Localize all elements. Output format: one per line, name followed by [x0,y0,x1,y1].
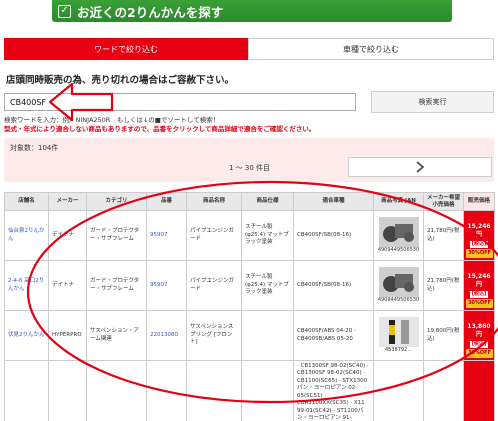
header-photo: 商品写真 JAN [373,192,424,211]
spec-cell: スチール製(φ25.4) マットブラック塗装 [241,210,294,261]
price-cell: 15,246円 [税込] 30%OFF [463,260,495,311]
header-category[interactable]: カテゴリ [86,192,147,211]
category-cell [86,359,147,421]
discount-badge: 30%OFF [465,249,493,258]
price-value: 15,246円 [467,222,491,238]
table-row: 伏見2りんかん HYPERPRO サスペンション・アーム関連 22013080 … [4,310,495,361]
discount-badge: 30%OFF [465,299,493,308]
part-no-link[interactable]: 22013080 [146,310,187,361]
product-table: 店舗名 メーカー カテゴリ 品番 商品名称 商品仕様 適合車種 商品写真 JAN… [4,192,495,421]
category-cell: サスペンション・アーム関連 [86,310,147,361]
search-input[interactable]: CB400SF [4,93,356,111]
header-part-no[interactable]: 品番 [146,192,187,211]
fit-cell: CB400SF/ABS 04-20 · CB400SB/ABS 05-20 [293,310,374,361]
next-page-button[interactable] [348,157,492,177]
search-button[interactable]: 検索実行 [371,91,494,113]
price-cell: 15,246円 [税込] 30%OFF [463,210,495,261]
spec-cell: スチール製(φ25.4) マットブラック塗装 [241,260,294,311]
price-value: 15,246円 [467,272,491,288]
store-link[interactable]: 伏見2りんかん [4,310,49,361]
product-photo[interactable] [378,267,419,298]
product-photo[interactable] [378,317,419,348]
jan-code: 4538792... [384,347,413,354]
maker-cell: デイトナ [48,260,87,311]
maker-cell: デイトナ [48,210,87,261]
part-no-link[interactable]: 95907 [146,210,187,261]
spec-cell [241,310,294,361]
header-fit[interactable]: 適合車種 [293,192,374,211]
msrp-cell: 21,780円(税込) [423,210,464,261]
price-cell: 13,860円 [税込] 30%OFF [463,310,495,361]
table-header-row: 店舗名 メーカー カテゴリ 品番 商品名称 商品仕様 適合車種 商品写真 JAN… [4,192,495,211]
result-count: 対象数：104件 [10,144,59,152]
part-no-link[interactable] [146,359,187,421]
price-cell [463,359,495,421]
tax-label: [税込] [469,291,489,298]
jan-code: 4909449506530 [377,247,420,254]
fitment-warning: 型式・年式により適合しない商品もありますので、品番をクリックして商品詳細で適合を… [4,125,316,133]
tab-word-filter[interactable]: ワードで絞り込む [4,38,248,60]
page: ✓ お近くの2りんかんを探す ワードで絞り込む 車種で絞り込む 店頭同時販売の為… [0,0,498,421]
header-msrp[interactable]: メーカー希望 小売価格 [423,192,464,211]
chevron-right-icon [416,161,425,173]
result-summary: 対象数：104件 1 ～ 30 件目 [4,138,494,182]
header-price[interactable]: 販売価格 [463,192,495,211]
tab-model-filter[interactable]: 車種で絞り込む [248,38,494,60]
banner-title: お近くの2りんかんを探す [77,4,224,20]
store-link[interactable]: 仙台泉2りんかん [4,210,49,261]
fit-cell: CB400SF/SB(08-16) [293,210,374,261]
maker-cell [48,359,87,421]
check-icon: ✓ [58,4,71,18]
store-link[interactable]: 2-4-6 高口2りんかん [4,260,49,311]
filter-tabs: ワードで絞り込む 車種で絞り込む [4,38,494,60]
result-range: 1 ～ 30 件目 [229,164,271,172]
msrp-cell: 21,780円(税込) [423,260,464,311]
find-store-banner[interactable]: ✓ お近くの2りんかんを探す [52,0,452,22]
photo-cell: 4909449506530 [373,210,424,261]
spec-cell [241,359,294,421]
photo-cell: 4538792... [373,310,424,361]
name-cell: サスペンションスプリング [フロント] [186,310,242,361]
table-row: · CB1300SF 98-02(SC40) · CB1300SF 98-02(… [4,359,495,421]
header-spec[interactable]: 商品仕様 [241,192,294,211]
tax-label: [税込] [469,241,489,248]
product-photo[interactable] [378,217,419,248]
table-row: 仙台泉2りんかん デイトナ ガード・プロテクター・サブフレーム 95907 パイ… [4,210,495,261]
fit-cell: CB400SF/SB(08-16) [293,260,374,311]
name-cell [186,359,242,421]
name-cell: パイプエンジンガード [186,210,242,261]
header-name[interactable]: 商品名称 [186,192,242,211]
maker-cell: HYPERPRO [48,310,87,361]
table-row: 2-4-6 高口2りんかん デイトナ ガード・プロテクター・サブフレーム 959… [4,260,495,311]
part-no-link[interactable]: 95907 [146,260,187,311]
photo-cell: 4909449506530 [373,260,424,311]
photo-cell [373,359,424,421]
msrp-cell [423,359,464,421]
store-link[interactable] [4,359,49,421]
price-value: 13,860円 [467,322,491,338]
category-cell: ガード・プロテクター・サブフレーム [86,260,147,311]
discount-badge: 30%OFF [465,349,493,358]
category-cell: ガード・プロテクター・サブフレーム [86,210,147,261]
header-maker[interactable]: メーカー [48,192,87,211]
jan-code: 4909449506530 [377,297,420,304]
stock-notice: 店頭同時販売の為、売り切れの場合はご容赦下さい。 [6,75,235,86]
msrp-cell: 19,800円(税込) [423,310,464,361]
header-store[interactable]: 店舗名 [4,192,49,211]
fit-cell: · CB1300SF 98-02(SC40) · CB1300SF 98-02(… [293,359,374,421]
tax-label: [税込] [469,341,489,348]
name-cell: パイプエンジンガード [186,260,242,311]
